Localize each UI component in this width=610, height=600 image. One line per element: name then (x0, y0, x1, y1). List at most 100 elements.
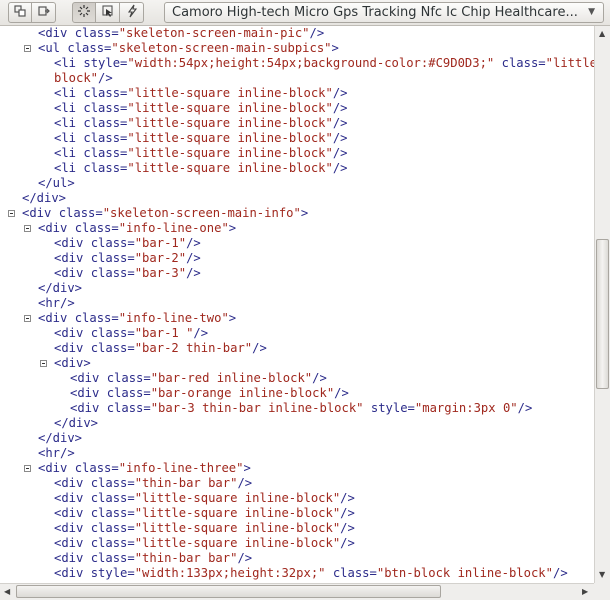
code-token: "bar-3" (134, 266, 187, 280)
code-token: <div (70, 386, 107, 400)
code-line[interactable]: <div class="bar-2"/> (54, 251, 201, 266)
code-line[interactable]: <li class="little-square inline-block"/> (54, 146, 348, 161)
select-element-button[interactable] (72, 2, 96, 23)
collapse-toggle-icon[interactable] (8, 210, 15, 217)
code-token: /> (340, 536, 355, 550)
collapse-toggle-icon[interactable] (24, 45, 31, 52)
code-line[interactable]: <div class="skeleton-screen-main-pic"/> (38, 26, 324, 41)
code-token: /> (309, 26, 325, 40)
code-line[interactable]: <div class="bar-orange inline-block"/> (70, 386, 349, 401)
next-frame-button[interactable] (32, 2, 56, 23)
code-token: "info-line-three" (118, 461, 244, 475)
scroll-left-arrow-icon[interactable]: ◀ (4, 587, 10, 596)
collapse-toggle-icon[interactable] (24, 225, 31, 232)
code-token: <li (54, 101, 84, 115)
code-line[interactable]: <div style="width:133px;height:32px;" cl… (54, 566, 568, 581)
code-token: /> (552, 566, 568, 580)
chevron-down-icon: ▼ (588, 7, 595, 17)
code-line[interactable]: <div class="bar-3 thin-bar inline-block"… (70, 401, 532, 416)
code-token: /> (193, 326, 209, 340)
node-selector-dropdown[interactable]: Camoro High-tech Micro Gps Tracking Nfc … (164, 2, 604, 23)
code-token: <div (54, 521, 91, 535)
code-line[interactable]: <li class="little-square inline-block"/> (54, 86, 348, 101)
horizontal-scroll-thumb[interactable] (16, 585, 441, 598)
code-line[interactable]: <div class="little-square inline-block"/… (54, 521, 355, 536)
code-token: <div (54, 551, 91, 565)
code-line[interactable]: <div class="bar-2 thin-bar"/> (54, 341, 267, 356)
code-line[interactable]: <div class="thin-bar bar"/> (54, 476, 252, 491)
code-token: class= (90, 236, 135, 250)
collapse-toggle-icon[interactable] (24, 315, 31, 322)
scroll-up-arrow-icon[interactable]: ▲ (599, 29, 605, 38)
code-token: class= (74, 221, 119, 235)
frame-button[interactable] (8, 2, 32, 23)
horizontal-scrollbar[interactable]: ◀ ▶ (0, 583, 594, 600)
code-line[interactable]: <div class="little-square inline-block"/… (54, 506, 355, 521)
code-token: <div (54, 536, 91, 550)
collapse-toggle-icon[interactable] (40, 360, 47, 367)
code-line[interactable]: block"/> (54, 71, 113, 86)
pick-element-icon (101, 3, 115, 22)
code-line[interactable]: <div class="bar-red inline-block"/> (70, 371, 327, 386)
code-token: class= (83, 161, 128, 175)
collapse-toggle-icon[interactable] (24, 465, 31, 472)
code-token: class= (90, 506, 135, 520)
code-line[interactable]: <div class="info-line-three"> (38, 461, 251, 476)
code-line[interactable]: <div class="bar-3"/> (54, 266, 201, 281)
code-line[interactable]: <div class="little-square inline-block"/… (54, 536, 355, 551)
code-token: /> (334, 386, 349, 400)
code-token: <div (38, 311, 75, 325)
code-token: <div (54, 491, 91, 505)
code-line[interactable]: <div class="skeleton-screen-main-info"> (22, 206, 308, 221)
code-line[interactable]: <li class="little-square inline-block"/> (54, 101, 348, 116)
code-token: <div (22, 206, 59, 220)
code-token: /> (340, 491, 355, 505)
code-line[interactable]: <hr/> (38, 296, 75, 311)
html-code-view[interactable]: <div class="skeleton-screen-main-pic"/> <… (0, 26, 594, 583)
code-token: <div (38, 26, 75, 40)
code-line[interactable]: <li class="little-square inline-block"/> (54, 116, 348, 131)
code-token: <li (54, 56, 84, 70)
code-token: class= (90, 536, 135, 550)
code-token: "width:54px;height:54px;background-color… (127, 56, 495, 70)
code-token: /> (186, 236, 201, 250)
code-line[interactable]: </div> (38, 281, 82, 296)
code-token: <hr/> (38, 446, 75, 460)
code-line[interactable]: </div> (54, 416, 98, 431)
code-token: /> (252, 341, 267, 355)
vertical-scroll-thumb[interactable] (596, 239, 609, 389)
code-line[interactable]: <div class="thin-bar bar"/> (54, 551, 252, 566)
tools-button-group (72, 2, 144, 23)
code-line[interactable]: </div> (38, 431, 82, 446)
code-token: /> (312, 371, 327, 385)
code-token: /> (517, 401, 533, 415)
code-line[interactable]: <li class="little-square inline-block"/> (54, 161, 348, 176)
code-line[interactable]: <li class="little-square inline-block"/> (54, 131, 348, 146)
code-token: "bar-red inline-block" (150, 371, 313, 385)
code-line[interactable]: <div class="bar-1 "/> (54, 326, 208, 341)
code-line[interactable]: <li style="width:54px;height:54px;backgr… (54, 56, 594, 71)
code-line[interactable]: <hr/> (38, 446, 75, 461)
code-line[interactable]: <div class="bar-1"/> (54, 236, 201, 251)
code-token: class= (90, 551, 135, 565)
scroll-right-arrow-icon[interactable]: ▶ (582, 587, 588, 596)
code-token: <div (38, 221, 75, 235)
code-line[interactable]: <div class="info-line-two"> (38, 311, 236, 326)
code-token: <div (38, 461, 75, 475)
code-line[interactable]: <div class="info-line-one"> (38, 221, 236, 236)
code-line[interactable]: </ul> (38, 176, 75, 191)
scroll-down-arrow-icon[interactable]: ▼ (599, 570, 605, 579)
pick-element-button[interactable] (96, 2, 120, 23)
code-line[interactable]: <div> (54, 356, 91, 371)
code-token: "little-square inline-block" (127, 161, 333, 175)
code-token: class= (90, 491, 135, 505)
code-line[interactable]: <ul class="skeleton-screen-main-subpics"… (38, 41, 339, 56)
flash-button[interactable] (120, 2, 144, 23)
code-line[interactable]: </div> (22, 191, 66, 206)
code-token: <li (54, 116, 84, 130)
vertical-scrollbar[interactable]: ▲ ▼ (594, 26, 610, 583)
code-line[interactable]: <div class="little-square inline-block"/… (54, 491, 355, 506)
code-token: class= (58, 206, 103, 220)
next-frame-icon (37, 3, 51, 22)
code-token: class= (90, 266, 135, 280)
